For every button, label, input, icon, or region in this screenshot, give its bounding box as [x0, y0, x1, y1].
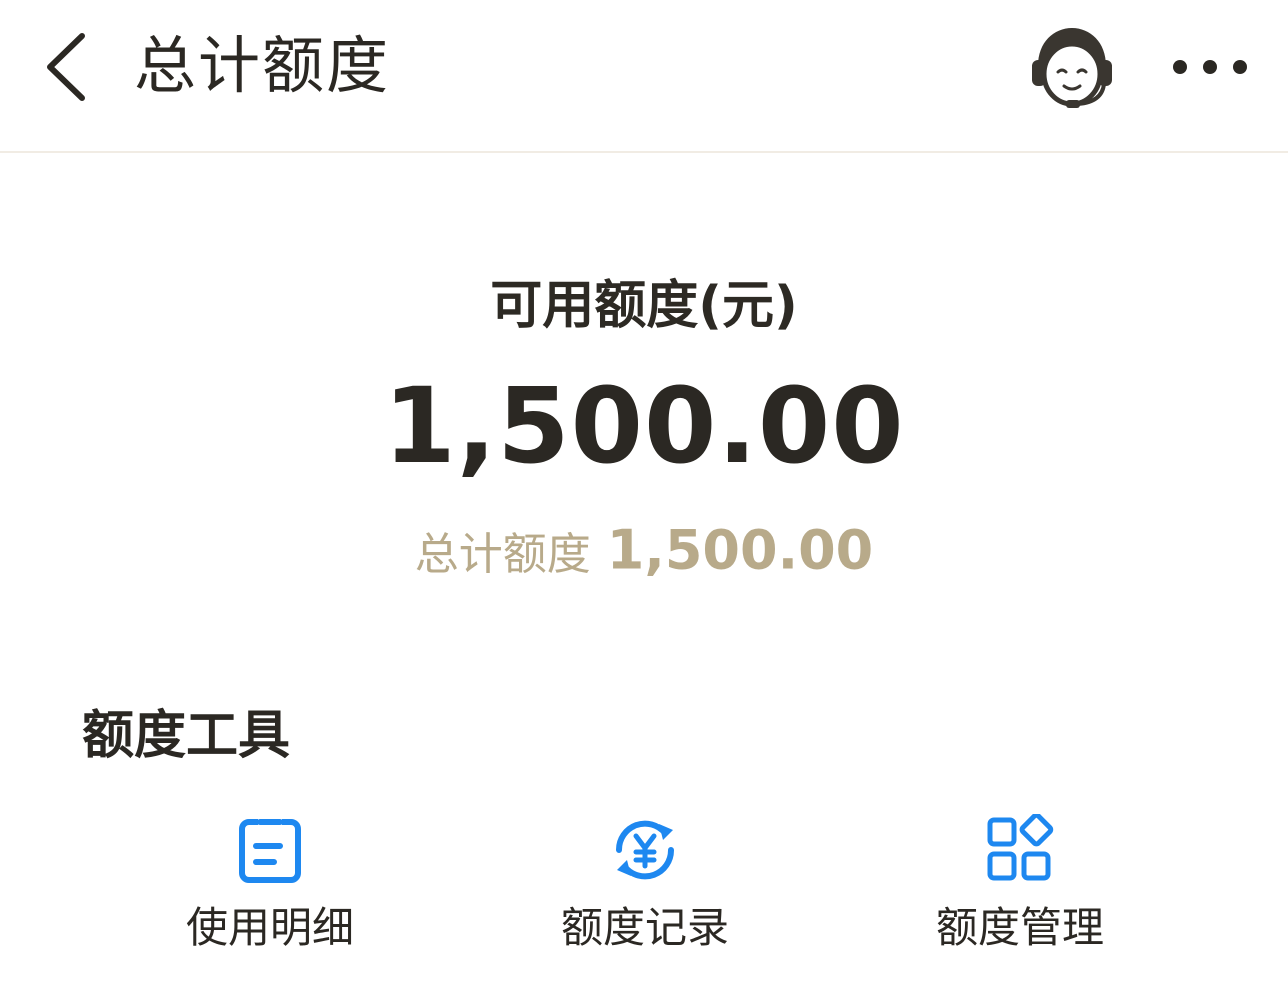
customer-service-button[interactable] [1026, 22, 1118, 114]
usage-details-label: 使用明细 [185, 903, 354, 952]
quota-management-button[interactable]: 额度管理 [890, 808, 1150, 968]
total-quota-line: 总计额度 1,500.00 [0, 518, 1288, 582]
clipboard-list-icon [239, 817, 301, 883]
available-quota-label: 可用额度(元) [490, 276, 798, 336]
quota-tools-title: 额度工具 [82, 706, 291, 766]
yen-refresh-icon [615, 820, 675, 880]
page-title: 总计额度 [134, 29, 391, 102]
back-button[interactable] [30, 22, 110, 112]
apps-grid-icon [987, 814, 1054, 881]
more-button[interactable] [1160, 40, 1260, 94]
top-nav-bar: 总计额度 [0, 0, 1288, 153]
usage-details-button[interactable]: 使用明细 [140, 808, 400, 968]
customer-service-icon [1032, 28, 1112, 108]
quota-management-label: 额度管理 [935, 903, 1104, 952]
chevron-left-icon [47, 33, 85, 101]
quota-records-button[interactable]: 额度记录 [515, 808, 775, 968]
quota-records-label: 额度记录 [560, 903, 729, 952]
available-quota-amount: 1,500.00 [383, 365, 905, 487]
more-horizontal-icon [1173, 60, 1247, 74]
total-quota-label: 总计额度 [414, 529, 591, 580]
total-quota-amount: 1,500.00 [606, 518, 874, 582]
